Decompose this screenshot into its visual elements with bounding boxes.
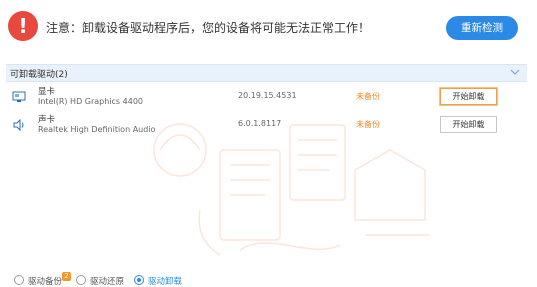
radio-restore[interactable]	[76, 275, 86, 285]
radio-uninstall[interactable]	[134, 275, 144, 285]
warning-text: 注意：卸载设备驱动程序后，您的设备将可能无法正常工作！	[46, 21, 371, 35]
uninstall-button[interactable]: 开始卸载	[440, 116, 497, 133]
recheck-button[interactable]: 重新检测	[446, 16, 518, 40]
chevron-down-icon[interactable]	[509, 65, 521, 79]
footer-options: 驱动备份 2 驱动还原 驱动卸载	[0, 270, 537, 287]
backup-count-badge: 2	[62, 272, 71, 281]
option-backup-label[interactable]: 驱动备份	[28, 275, 62, 287]
option-restore-label[interactable]: 驱动还原	[90, 275, 124, 287]
driver-version: 20.19.15.4531	[238, 91, 297, 100]
section-title: 可卸载驱动(2)	[10, 70, 68, 80]
exclamation-icon: !	[8, 11, 38, 41]
driver-name: 显卡	[38, 87, 56, 97]
radio-backup[interactable]	[14, 275, 24, 285]
driver-row: 显卡 Intel(R) HD Graphics 4400 20.19.15.45…	[6, 86, 527, 112]
driver-name: 声卡	[38, 115, 56, 125]
watermark-illustration	[140, 110, 440, 270]
uninstall-button[interactable]: 开始卸载	[440, 88, 497, 105]
section-header[interactable]: 可卸载驱动(2)	[6, 64, 527, 82]
speaker-icon	[12, 116, 26, 132]
option-uninstall-label[interactable]: 驱动卸载	[148, 275, 182, 287]
monitor-icon	[12, 88, 26, 102]
backup-status: 未备份	[356, 92, 380, 101]
driver-model: Intel(R) HD Graphics 4400	[38, 97, 144, 106]
warning-bar: ! 注意：卸载设备驱动程序后，您的设备将可能无法正常工作！ 重新检测	[0, 0, 537, 58]
driver-model: Realtek High Definition Audio	[38, 125, 156, 134]
